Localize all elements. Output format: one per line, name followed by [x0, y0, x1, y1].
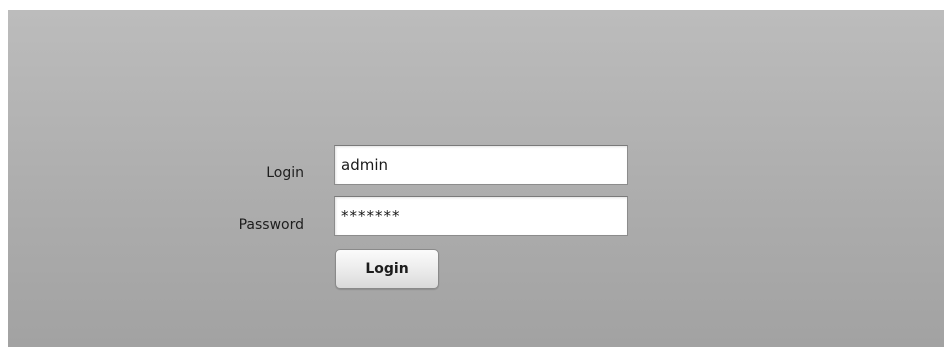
login-button[interactable]: Login: [335, 249, 439, 289]
login-label: Login: [266, 165, 304, 181]
login-panel: Login Password Login: [8, 10, 944, 347]
password-input[interactable]: [334, 196, 628, 236]
login-input[interactable]: [334, 145, 628, 185]
password-label: Password: [238, 217, 304, 233]
